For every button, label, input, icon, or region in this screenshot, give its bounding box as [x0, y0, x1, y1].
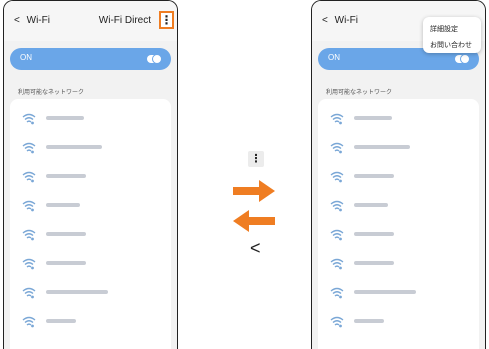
toggle-knob [460, 54, 470, 64]
more-vert-icon: ⋮ [160, 13, 173, 27]
more-vert-icon: ⋮ [250, 152, 262, 165]
network-name-placeholder [46, 174, 86, 178]
network-name-placeholder [354, 261, 394, 265]
wifi-icon [330, 170, 344, 183]
back-button[interactable]: < Wi-Fi [322, 15, 358, 26]
back-button[interactable]: < Wi-Fi [14, 15, 50, 26]
back-label: Wi-Fi [334, 15, 358, 26]
more-options-button[interactable]: ⋮ [159, 11, 174, 29]
network-name-placeholder [46, 232, 86, 236]
network-row[interactable] [10, 192, 171, 218]
network-row[interactable] [318, 221, 479, 247]
network-row[interactable] [318, 163, 479, 189]
network-name-placeholder [46, 203, 80, 207]
network-row[interactable] [10, 163, 171, 189]
toggle-switch[interactable] [147, 54, 162, 64]
network-row[interactable] [318, 279, 479, 305]
toggle-switch[interactable] [455, 54, 470, 64]
network-name-placeholder [354, 145, 410, 149]
arrow-right-icon [233, 180, 275, 202]
network-name-placeholder [46, 261, 86, 265]
wifi-icon [22, 228, 36, 241]
network-name-placeholder [354, 174, 394, 178]
network-name-placeholder [46, 116, 84, 120]
chevron-left-icon: < [322, 15, 328, 26]
network-row[interactable] [318, 134, 479, 160]
menu-item-contact[interactable]: お問い合わせ [430, 40, 472, 50]
network-name-placeholder [46, 145, 102, 149]
more-options-illustration: ⋮ [248, 151, 264, 167]
network-list [318, 99, 479, 349]
network-name-placeholder [354, 290, 416, 294]
toggle-knob [152, 54, 162, 64]
wifi-master-switch[interactable]: ON [10, 48, 171, 70]
network-row[interactable] [10, 134, 171, 160]
wifi-icon [330, 112, 344, 125]
wifi-icon [330, 315, 344, 328]
wifi-icon [22, 257, 36, 270]
wifi-icon [330, 228, 344, 241]
network-row[interactable] [10, 279, 171, 305]
network-row[interactable] [10, 105, 171, 131]
network-row[interactable] [10, 250, 171, 276]
network-row[interactable] [318, 308, 479, 334]
phone-screen-right: < Wi-Fi 詳細設定 お問い合わせ ON 利用可能なネットワーク [311, 0, 486, 349]
wifi-direct-link[interactable]: Wi-Fi Direct [99, 15, 151, 26]
network-name-placeholder [46, 319, 76, 323]
chevron-left-icon: < [14, 15, 20, 26]
section-header: 利用可能なネットワーク [326, 90, 393, 96]
network-name-placeholder [46, 290, 108, 294]
section-header: 利用可能なネットワーク [18, 90, 85, 96]
network-row[interactable] [318, 105, 479, 131]
wifi-icon [330, 286, 344, 299]
wifi-icon [22, 286, 36, 299]
network-name-placeholder [354, 116, 392, 120]
overflow-menu: 詳細設定 お問い合わせ [423, 17, 481, 53]
back-label: Wi-Fi [26, 15, 50, 26]
title-bar: < Wi-Fi Wi-Fi Direct ⋮ [4, 1, 177, 41]
wifi-icon [330, 199, 344, 212]
wifi-icon [22, 199, 36, 212]
on-label: ON [328, 53, 340, 62]
network-name-placeholder [354, 232, 394, 236]
phone-screen-left: < Wi-Fi Wi-Fi Direct ⋮ ON 利用可能なネットワーク [3, 0, 178, 349]
back-chevron-illustration: < [250, 238, 261, 258]
network-name-placeholder [354, 203, 388, 207]
arrow-left-icon [233, 210, 275, 232]
wifi-icon [22, 112, 36, 125]
network-name-placeholder [354, 319, 384, 323]
on-label: ON [20, 53, 32, 62]
wifi-icon [330, 257, 344, 270]
network-list [10, 99, 171, 349]
network-row[interactable] [318, 192, 479, 218]
menu-item-advanced-settings[interactable]: 詳細設定 [430, 24, 458, 34]
wifi-icon [22, 315, 36, 328]
wifi-icon [22, 170, 36, 183]
network-row[interactable] [318, 250, 479, 276]
wifi-icon [22, 141, 36, 154]
wifi-icon [330, 141, 344, 154]
network-row[interactable] [10, 221, 171, 247]
network-row[interactable] [10, 308, 171, 334]
